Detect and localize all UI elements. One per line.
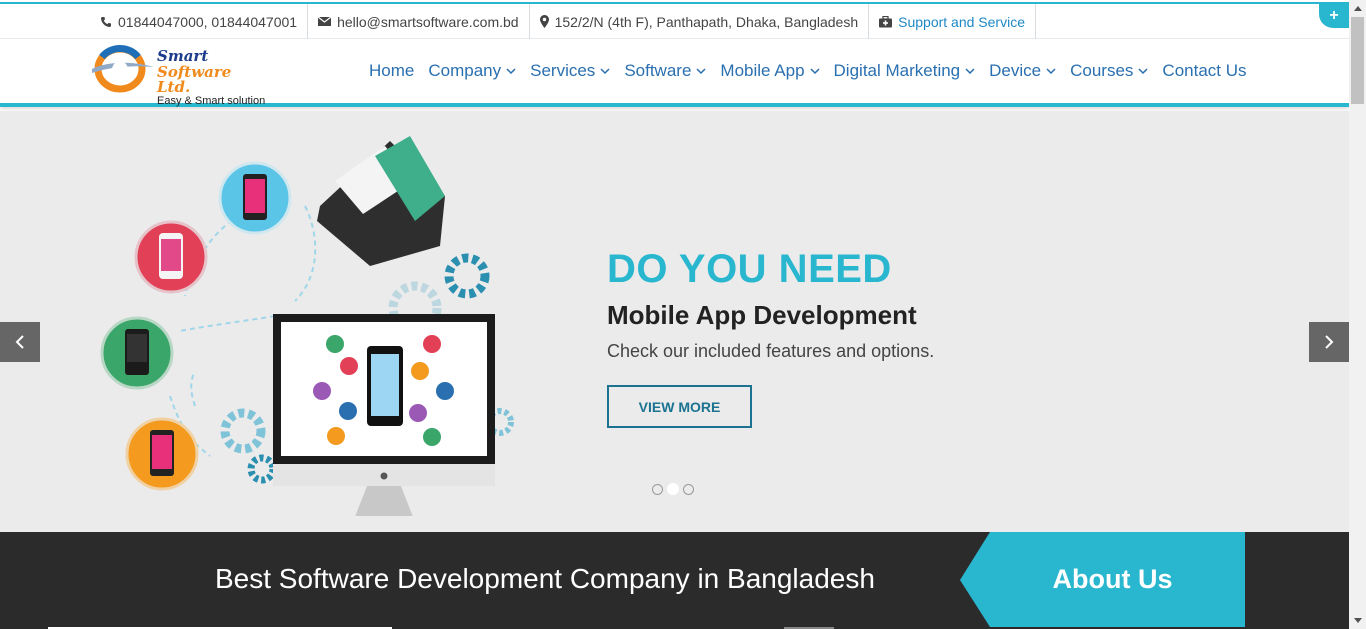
slider-prev-button[interactable]	[0, 322, 40, 362]
nav-courses[interactable]: Courses	[1063, 61, 1155, 81]
chevron-down-icon	[696, 68, 706, 74]
chevron-down-icon	[1138, 68, 1148, 74]
scroll-up-button[interactable]	[1349, 0, 1366, 17]
scroll-thumb[interactable]	[1351, 17, 1364, 104]
address-text: 152/2/N (4th F), Panthapath, Dhaka, Bang…	[554, 13, 859, 30]
nav-label: Home	[369, 61, 415, 80]
hero-subheading: Mobile App Development	[607, 300, 917, 330]
chevron-down-icon	[965, 68, 975, 74]
chevron-down-icon	[1046, 68, 1056, 74]
intro-band: Best Software Development Company in Ban…	[0, 532, 1349, 629]
gear-icon	[444, 253, 490, 299]
slider-dot-1[interactable]	[652, 483, 663, 495]
view-more-button[interactable]: VIEW MORE	[607, 385, 752, 428]
nav-label: Company	[428, 61, 502, 80]
logo-swirl-icon	[92, 45, 154, 93]
hero-slider: DO YOU NEED Mobile App Development Check…	[0, 111, 1349, 532]
hero-description: Check our included features and options.	[607, 341, 935, 361]
logo-line-1: Smart	[157, 47, 209, 65]
blackberry-phone-icon	[100, 316, 174, 390]
nav-mobile-app[interactable]: Mobile App	[713, 61, 826, 81]
slider-next-button[interactable]	[1309, 322, 1349, 362]
nav-label: Software	[624, 61, 692, 80]
chevron-down-icon	[506, 68, 516, 74]
company-logo[interactable]: Smart Software Ltd. Easy & Smart solutio…	[88, 43, 268, 107]
nav-label: Contact Us	[1162, 61, 1247, 80]
support-link[interactable]: Support and Service	[898, 14, 1025, 30]
about-us-label[interactable]: About Us	[960, 532, 1265, 627]
nav-label: Courses	[1070, 61, 1134, 80]
chevron-down-icon	[810, 68, 820, 74]
top-info-bar: 01844047000, 01844047001 hello@smartsoft…	[0, 4, 1349, 39]
medkit-icon	[879, 15, 893, 27]
support-info: Support and Service	[869, 4, 1036, 39]
scroll-down-arrow-icon	[1353, 618, 1362, 623]
apple-phone-icon	[134, 220, 208, 294]
nav-label: Mobile App	[720, 61, 805, 80]
phone-icon	[101, 16, 111, 27]
nav-services[interactable]: Services	[523, 61, 617, 81]
nav-device[interactable]: Device	[982, 61, 1063, 81]
slider-dots	[652, 483, 694, 495]
email-info: hello@smartsoftware.com.bd	[308, 4, 530, 39]
monitor-image	[273, 314, 495, 516]
logo-tagline: Easy & Smart solution	[157, 95, 266, 107]
windows-phone-icon	[125, 417, 199, 491]
map-marker-icon	[539, 15, 549, 28]
page-scrollbar[interactable]	[1349, 0, 1366, 629]
band-title: Best Software Development Company in Ban…	[215, 563, 875, 594]
email-text[interactable]: hello@smartsoftware.com.bd	[337, 14, 519, 30]
chevron-right-icon	[1325, 335, 1334, 349]
nav-home[interactable]: Home	[362, 61, 421, 81]
main-nav: Home Company Services Software Mobile Ap…	[362, 39, 1254, 103]
address-info: 152/2/N (4th F), Panthapath, Dhaka, Bang…	[530, 4, 870, 39]
hero-heading: DO YOU NEED	[607, 247, 892, 291]
android-phone-icon	[218, 161, 292, 235]
slider-dot-3[interactable]	[683, 483, 694, 495]
site-header: Smart Software Ltd. Easy & Smart solutio…	[0, 39, 1349, 107]
phone-info: 01844047000, 01844047001	[90, 4, 309, 39]
nav-contact-us[interactable]: Contact Us	[1155, 61, 1253, 81]
chevron-down-icon	[600, 68, 610, 74]
phone-text[interactable]: 01844047000, 01844047001	[118, 14, 297, 30]
scroll-down-button[interactable]	[1349, 612, 1366, 629]
chevron-left-icon	[15, 335, 24, 349]
nav-company[interactable]: Company	[421, 61, 523, 81]
scroll-up-arrow-icon	[1353, 6, 1362, 11]
mobile-app-illustration	[100, 136, 514, 516]
nav-label: Services	[530, 61, 596, 80]
nav-software[interactable]: Software	[617, 61, 713, 81]
gear-icon	[247, 454, 277, 484]
logo-line-2: Software Ltd.	[157, 63, 232, 96]
slider-dot-2[interactable]	[667, 483, 679, 495]
nav-label: Device	[989, 61, 1042, 80]
corner-plus-button[interactable]: +	[1319, 4, 1349, 28]
nav-digital-marketing[interactable]: Digital Marketing	[827, 61, 983, 81]
envelope-icon	[318, 16, 332, 26]
nav-label: Digital Marketing	[833, 61, 961, 80]
tablet-phone-image	[317, 136, 445, 266]
gear-icon	[220, 408, 266, 454]
